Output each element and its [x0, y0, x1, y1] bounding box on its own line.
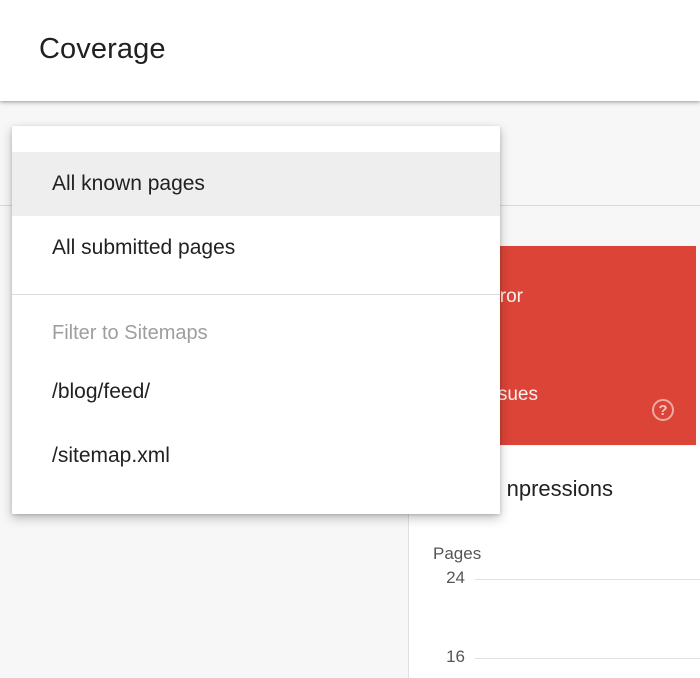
menu-item-sitemap-blog-feed[interactable]: /blog/feed/ [12, 360, 500, 424]
page-header: Coverage [0, 0, 700, 101]
page-title: Coverage [39, 33, 166, 65]
menu-divider [12, 294, 500, 295]
menu-item-all-submitted-pages[interactable]: All submitted pages [12, 216, 500, 280]
menu-item-sitemap-xml[interactable]: /sitemap.xml [12, 424, 500, 488]
gridline [475, 658, 700, 659]
menu-group-label: Filter to Sitemaps [52, 322, 208, 344]
menu-item-all-known-pages[interactable]: All known pages [12, 152, 500, 216]
gridline [475, 579, 700, 580]
coverage-page: Coverage ror sues ? npressions Pages 24 … [0, 0, 700, 678]
y-axis-title: Pages [433, 544, 482, 563]
pages-filter-menu: All known pages All submitted pages Filt… [12, 126, 500, 514]
y-tick-label: 16 [446, 647, 465, 666]
y-tick-label: 24 [446, 568, 465, 587]
help-circle-icon[interactable]: ? [652, 399, 674, 421]
